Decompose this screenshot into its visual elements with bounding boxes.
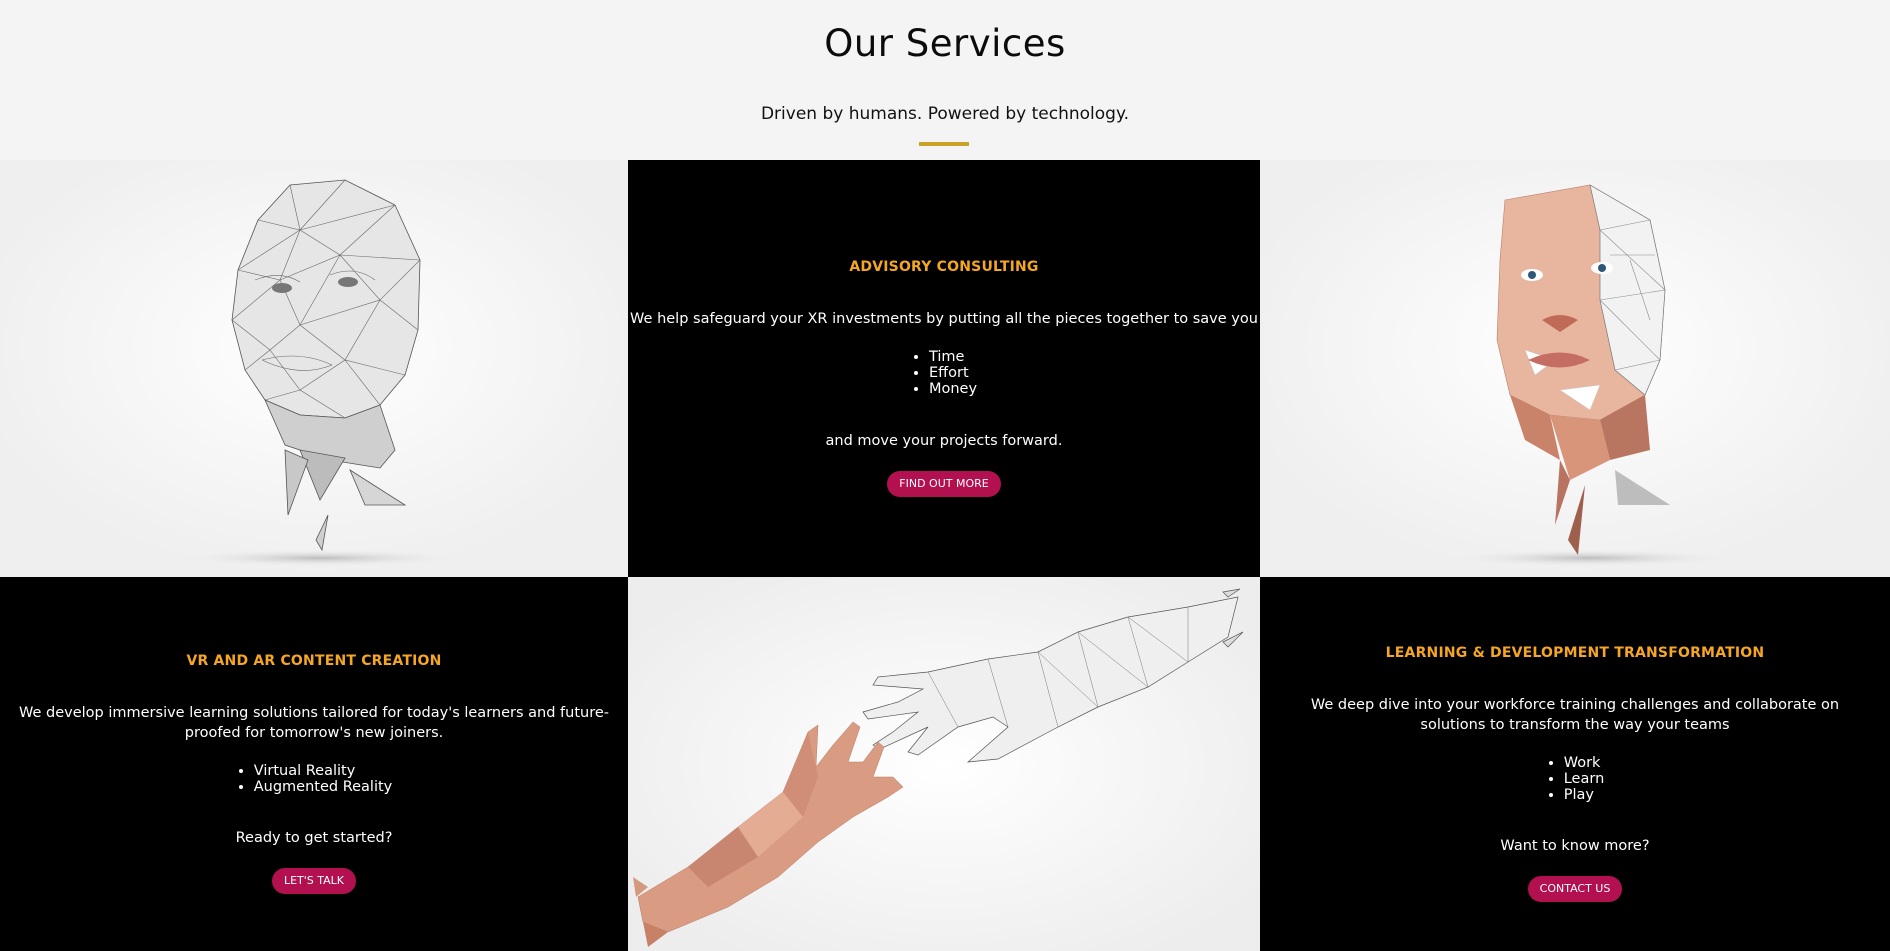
list-item: Money <box>929 381 977 397</box>
polygon-face-image <box>1260 160 1890 577</box>
find-out-more-button[interactable]: FIND OUT MORE <box>887 471 1001 497</box>
section-title: Our Services <box>824 22 1066 65</box>
reaching-hands-image <box>628 577 1260 951</box>
content-outro: Ready to get started? <box>235 830 393 846</box>
advisory-title: ADVISORY CONSULTING <box>849 259 1039 275</box>
learning-development-panel: LEARNING & DEVELOPMENT TRANSFORMATION We… <box>1260 577 1890 951</box>
lets-talk-button[interactable]: LET'S TALK <box>271 868 357 894</box>
list-item: Learn <box>1564 771 1605 787</box>
content-creation-panel: VR AND AR CONTENT CREATION We develop im… <box>0 577 628 951</box>
advisory-intro: We help safeguard your XR investments by… <box>630 311 1258 327</box>
learning-outcome-list: Work Learn Play <box>1546 755 1605 803</box>
list-item: Work <box>1564 755 1605 771</box>
section-tagline: Driven by humans. Powered by technology. <box>760 104 1130 124</box>
contact-us-button[interactable]: CONTACT US <box>1527 876 1623 902</box>
list-item: Augmented Reality <box>254 779 393 795</box>
list-item: Time <box>929 349 977 365</box>
advisory-benefit-list: Time Effort Money <box>911 349 977 397</box>
accent-divider <box>919 142 969 146</box>
advisory-outro: and move your projects forward. <box>825 433 1063 449</box>
wireframe-head-image <box>0 160 628 577</box>
list-item: Effort <box>929 365 977 381</box>
section-header: Our Services Driven by humans. Powered b… <box>0 0 1890 160</box>
learning-title: LEARNING & DEVELOPMENT TRANSFORMATION <box>1385 645 1765 661</box>
list-item: Play <box>1564 787 1605 803</box>
services-grid: ADVISORY CONSULTING We help safeguard yo… <box>0 160 1890 951</box>
content-intro: We develop immersive learning solutions … <box>19 705 609 741</box>
advisory-consulting-panel: ADVISORY CONSULTING We help safeguard yo… <box>628 160 1260 577</box>
list-item: Virtual Reality <box>254 763 393 779</box>
content-title: VR AND AR CONTENT CREATION <box>186 653 442 669</box>
learning-intro: We deep dive into your workforce trainin… <box>1310 697 1840 733</box>
content-format-list: Virtual Reality Augmented Reality <box>236 763 393 795</box>
learning-outro: Want to know more? <box>1500 838 1650 854</box>
